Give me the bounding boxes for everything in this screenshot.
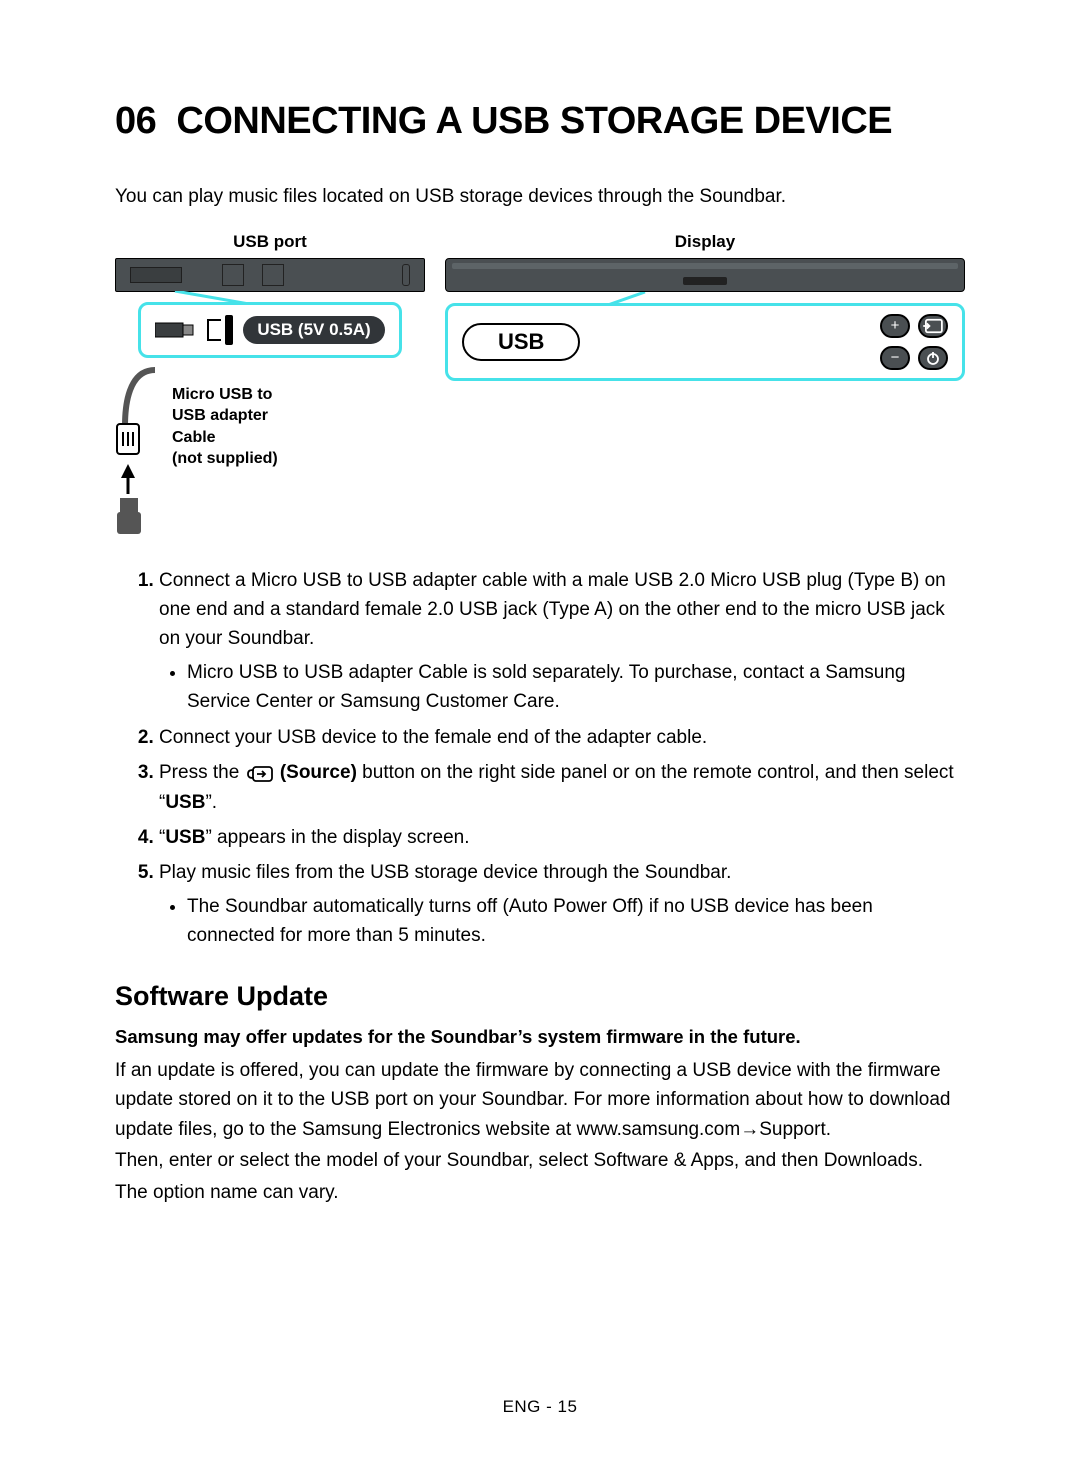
soundbar-back-diagram (115, 258, 425, 292)
step-2: Connect your USB device to the female en… (159, 723, 965, 752)
micro-usb-plug-icon (155, 317, 197, 343)
step-3: Press the (Source) button on the right s… (159, 758, 965, 817)
side-panel-buttons: + − (880, 314, 948, 370)
step-5: Play music files from the USB storage de… (159, 858, 965, 950)
step-1-sub: Micro USB to USB adapter Cable is sold s… (187, 658, 965, 717)
section-number: 06 (115, 100, 156, 142)
diagram-row: USB port (115, 232, 965, 536)
usb-jack-icon (207, 315, 233, 345)
software-update-heading: Software Update (115, 981, 965, 1012)
display-label: Display (445, 232, 965, 252)
soundbar-front-diagram (445, 258, 965, 292)
usb-5v-label: USB (5V 0.5A) (243, 316, 384, 344)
page-footer: ENG - 15 (0, 1397, 1080, 1417)
volume-down-icon: − (880, 346, 910, 370)
source-button-icon (247, 766, 273, 784)
display-callout: USB + − (445, 303, 965, 381)
step-1: Connect a Micro USB to USB adapter cable… (159, 566, 965, 717)
step-4: “USB” appears in the display screen. (159, 823, 965, 852)
section-title: 06 CONNECTING A USB STORAGE DEVICE (115, 100, 965, 143)
power-icon (918, 346, 948, 370)
software-update-bold: Samsung may offer updates for the Soundb… (115, 1026, 965, 1048)
software-update-p2: Then, enter or select the model of your … (115, 1146, 965, 1175)
source-icon (918, 314, 948, 338)
adapter-cable-icon (115, 366, 160, 536)
volume-up-icon: + (880, 314, 910, 338)
usb-port-callout: USB (5V 0.5A) (138, 302, 401, 358)
software-update-p3: The option name can vary. (115, 1178, 965, 1207)
cable-note: Micro USB to USB adapter Cable (not supp… (172, 384, 315, 470)
intro-text: You can play music files located on USB … (115, 183, 965, 212)
display-usb-bubble: USB (462, 323, 580, 361)
steps-list: Connect a Micro USB to USB adapter cable… (115, 566, 965, 951)
software-update-p1: If an update is offered, you can update … (115, 1056, 965, 1144)
section-title-text: CONNECTING A USB STORAGE DEVICE (176, 100, 892, 142)
step-5-sub: The Soundbar automatically turns off (Au… (187, 892, 965, 951)
usb-port-label: USB port (115, 232, 425, 252)
